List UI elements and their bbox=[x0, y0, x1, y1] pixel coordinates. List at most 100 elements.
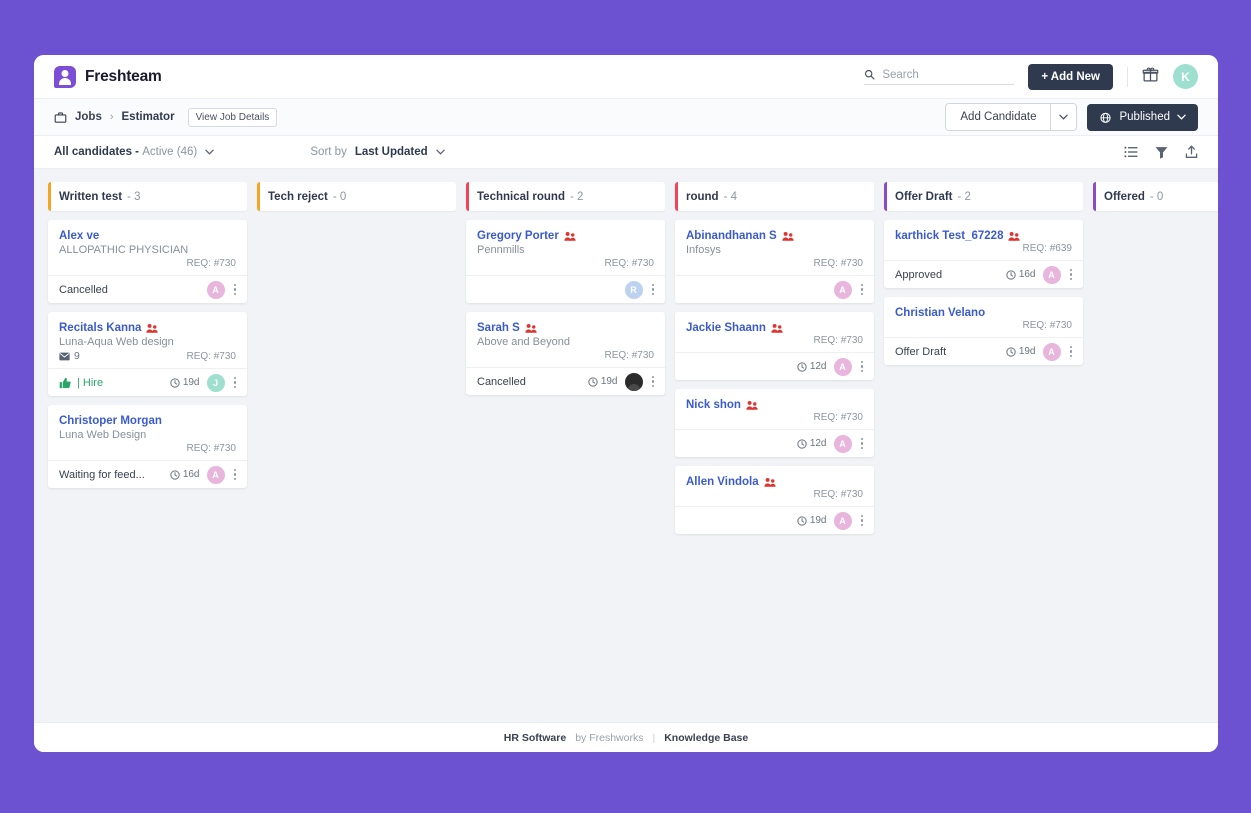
avatar[interactable]: A bbox=[206, 465, 225, 484]
board-column: Technical round - 2 Gregory Porter Pennmill… bbox=[466, 182, 665, 722]
candidate-card[interactable]: Jackie Shaann REQ: #730 12d A bbox=[675, 312, 874, 380]
card-footer: A bbox=[675, 275, 874, 303]
candidate-name-link[interactable]: Christoper Morgan bbox=[59, 415, 162, 427]
chevron-down-icon[interactable] bbox=[1050, 104, 1077, 130]
column-header[interactable]: Tech reject - 0 bbox=[257, 182, 456, 211]
card-menu-icon[interactable] bbox=[232, 282, 239, 298]
kanban-board[interactable]: Written test - 3 Alex ve ALLOPATHIC PHYSICI… bbox=[34, 169, 1218, 722]
card-menu-icon[interactable] bbox=[859, 513, 866, 529]
clock-icon bbox=[170, 469, 180, 480]
requisition-id: REQ: #730 bbox=[813, 489, 863, 500]
view-job-details-button[interactable]: View Job Details bbox=[187, 107, 278, 127]
card-age: 19d bbox=[797, 515, 827, 526]
card-menu-icon[interactable] bbox=[859, 359, 866, 375]
board-column: Offer Draft - 2 karthick Test_67228 REQ: #6… bbox=[884, 182, 1083, 722]
add-new-button[interactable]: + Add New bbox=[1028, 63, 1113, 90]
card-age: 16d bbox=[1006, 269, 1036, 280]
list-view-icon[interactable] bbox=[1124, 146, 1138, 158]
avatar[interactable]: R bbox=[624, 280, 643, 299]
sort-dropdown[interactable]: Sort by Last Updated bbox=[310, 146, 445, 158]
card-meta: REQ: #730 bbox=[686, 258, 863, 269]
card-body: karthick Test_67228 REQ: #639 bbox=[884, 220, 1083, 260]
avatar[interactable]: A bbox=[833, 280, 852, 299]
card-name-row: Gregory Porter bbox=[477, 230, 654, 242]
requisition-id: REQ: #639 bbox=[1022, 243, 1072, 254]
published-status-button[interactable]: Published bbox=[1087, 103, 1198, 131]
candidate-source-icon bbox=[782, 231, 794, 241]
card-name-row: Christoper Morgan bbox=[59, 415, 236, 427]
candidate-card[interactable]: Christian Velano REQ: #730 Offer Draft 19d A bbox=[884, 297, 1083, 365]
card-menu-icon[interactable] bbox=[650, 374, 657, 390]
breadcrumb-jobs[interactable]: Jobs bbox=[75, 111, 102, 123]
avatar[interactable]: A bbox=[833, 511, 852, 530]
board-column: Written test - 3 Alex ve ALLOPATHIC PHYSICI… bbox=[48, 182, 247, 722]
candidate-card[interactable]: Alex ve ALLOPATHIC PHYSICIAN REQ: #730 Canc… bbox=[48, 220, 247, 303]
card-menu-icon[interactable] bbox=[650, 282, 657, 298]
avatar[interactable]: A bbox=[1042, 265, 1061, 284]
avatar[interactable]: K bbox=[1173, 64, 1198, 89]
candidate-card[interactable]: Christoper Morgan Luna Web Design REQ: #73… bbox=[48, 405, 247, 488]
candidate-card[interactable]: Allen Vindola REQ: #730 19d A bbox=[675, 466, 874, 534]
column-header[interactable]: Offer Draft - 2 bbox=[884, 182, 1083, 211]
requisition-id: REQ: #730 bbox=[813, 412, 863, 423]
candidate-card[interactable]: Sarah S Above and Beyond REQ: #730 Cancelle… bbox=[466, 312, 665, 395]
search-input[interactable] bbox=[882, 68, 1015, 81]
filter-icon[interactable] bbox=[1155, 146, 1168, 159]
candidate-name-link[interactable]: Recitals Kanna bbox=[59, 322, 141, 334]
candidate-name-link[interactable]: Alex ve bbox=[59, 230, 99, 242]
candidate-name-link[interactable]: Gregory Porter bbox=[477, 230, 559, 242]
page-footer: HR Software by Freshworks | Knowledge Ba… bbox=[34, 722, 1218, 752]
sort-label: Sort by bbox=[310, 146, 347, 158]
candidate-name-link[interactable]: Allen Vindola bbox=[686, 476, 759, 488]
candidate-filter-dropdown[interactable]: All candidates - Active (46) bbox=[54, 146, 215, 158]
avatar[interactable]: A bbox=[833, 357, 852, 376]
candidate-card[interactable]: Gregory Porter Pennmills REQ: #730 R bbox=[466, 220, 665, 303]
card-menu-icon[interactable] bbox=[859, 282, 866, 298]
candidate-card[interactable]: karthick Test_67228 REQ: #639 Approved 16d A bbox=[884, 220, 1083, 288]
card-menu-icon[interactable] bbox=[1068, 267, 1075, 283]
card-status-label: Cancelled bbox=[59, 283, 108, 296]
requisition-id: REQ: #730 bbox=[813, 258, 863, 269]
card-menu-icon[interactable] bbox=[1068, 344, 1075, 360]
avatar[interactable] bbox=[624, 372, 643, 391]
card-menu-icon[interactable] bbox=[232, 467, 239, 483]
candidate-subtitle: Infosys bbox=[686, 244, 721, 256]
breadcrumb-separator: › bbox=[109, 111, 114, 123]
gift-icon[interactable] bbox=[1142, 66, 1159, 88]
candidate-card[interactable]: Abinandhanan S Infosys REQ: #730 A bbox=[675, 220, 874, 303]
candidate-name-link[interactable]: Christian Velano bbox=[895, 307, 985, 319]
card-menu-icon[interactable] bbox=[859, 436, 866, 452]
card-footer-right: 12d A bbox=[797, 434, 866, 453]
candidate-source-icon bbox=[1008, 231, 1021, 241]
card-footer: Approved 16d A bbox=[884, 260, 1083, 288]
column-header[interactable]: Written test - 3 bbox=[48, 182, 247, 211]
avatar[interactable]: A bbox=[1042, 342, 1061, 361]
column-header[interactable]: Technical round - 2 bbox=[466, 182, 665, 211]
card-menu-icon[interactable] bbox=[232, 375, 239, 391]
candidate-name-link[interactable]: Jackie Shaann bbox=[686, 322, 766, 334]
card-status-label: Offer Draft bbox=[895, 345, 947, 358]
candidate-name-link[interactable]: Sarah S bbox=[477, 322, 520, 334]
card-body: Christian Velano REQ: #730 bbox=[884, 297, 1083, 337]
brand-logo[interactable]: Freshteam bbox=[54, 65, 162, 88]
candidate-name-link[interactable]: Abinandhanan S bbox=[686, 230, 777, 242]
column-title: Technical round bbox=[477, 190, 565, 203]
search-box[interactable] bbox=[864, 68, 1015, 85]
avatar[interactable]: A bbox=[833, 434, 852, 453]
card-name-row: Nick shon bbox=[686, 399, 863, 411]
column-header[interactable]: Offered - 0 bbox=[1093, 182, 1218, 211]
column-header[interactable]: round - 4 bbox=[675, 182, 874, 211]
requisition-id: REQ: #730 bbox=[813, 335, 863, 346]
footer-knowledge-base-link[interactable]: Knowledge Base bbox=[664, 732, 748, 744]
candidate-card[interactable]: Nick shon REQ: #730 12d A bbox=[675, 389, 874, 457]
export-icon[interactable] bbox=[1185, 145, 1198, 159]
filter-bar: All candidates - Active (46) Sort by Las… bbox=[34, 136, 1218, 169]
avatar[interactable]: J bbox=[206, 373, 225, 392]
card-age: 12d bbox=[797, 361, 827, 372]
candidate-name-link[interactable]: karthick Test_67228 bbox=[895, 230, 1003, 242]
avatar[interactable]: A bbox=[206, 280, 225, 299]
candidate-name-link[interactable]: Nick shon bbox=[686, 399, 741, 411]
card-name-row: Sarah S bbox=[477, 322, 654, 334]
candidate-card[interactable]: Recitals Kanna Luna-Aqua Web design 9 REQ: … bbox=[48, 312, 247, 396]
add-candidate-button[interactable]: Add Candidate bbox=[946, 104, 1051, 130]
